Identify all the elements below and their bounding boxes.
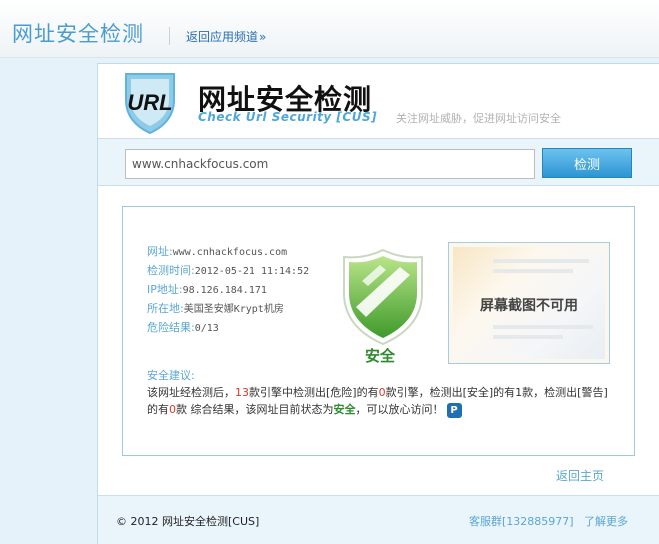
info-label: 所在地:	[147, 302, 184, 315]
security-advice: 安全建议: 该网址经检测后，13款引擎中检测出[危险]的有0款引擎，检测出[安全…	[147, 367, 617, 418]
info-value: 0/13	[194, 323, 219, 334]
safe-shield-icon	[343, 248, 423, 346]
info-row-danger-result: 危险结果:0/13	[147, 319, 309, 338]
info-label: 检测时间:	[147, 264, 195, 277]
detect-button[interactable]: 检测	[542, 148, 632, 178]
engine-count: 13	[235, 386, 249, 399]
info-row-url: 网址:www.cnhackfocus.com	[147, 243, 309, 262]
placeholder-line	[493, 259, 589, 263]
placeholder-line	[493, 269, 573, 273]
url-input[interactable]	[125, 149, 535, 179]
info-value: 2012-05-21 11:14:52	[194, 266, 310, 277]
info-value: 98.126.184.171	[182, 285, 267, 296]
support-group-link[interactable]: 客服群[132885977]	[469, 513, 574, 529]
panel-header: URL 网址安全检测 Check Url Security [CUS] 关注网址…	[98, 64, 659, 139]
advice-title: 安全建议:	[147, 369, 195, 382]
placeholder-line	[493, 335, 563, 339]
double-chevron-right-icon: »	[259, 30, 267, 44]
info-value: www.cnhackfocus.com	[172, 247, 288, 258]
share-p-icon[interactable]: P	[446, 402, 462, 418]
learn-more-link[interactable]: 了解更多	[584, 513, 628, 529]
advice-text: 该网址经检测后，13款引擎中检测出[危险]的有0款引擎，检测出[安全]的有1款，…	[147, 384, 617, 418]
result-box: 网址:www.cnhackfocus.com 检测时间:2012-05-21 1…	[122, 206, 635, 456]
back-to-channel-link[interactable]: 返回应用频道»	[186, 28, 266, 45]
advice-text-part: 款 综合结果，该网址目前状态为	[176, 403, 334, 416]
info-label: IP地址:	[147, 283, 183, 296]
screenshot-unavailable-text: 屏幕截图不可用	[480, 298, 578, 314]
info-row-time: 检测时间:2012-05-21 11:14:52	[147, 262, 309, 281]
info-row-location: 所在地:美国圣安娜Krypt机房	[147, 300, 309, 319]
advice-text-part: ，可以放心访问！	[355, 403, 444, 416]
brand-name-en: Check Url Security [CUS]	[198, 110, 378, 124]
info-label: 网址:	[147, 245, 173, 258]
warning-count: 0	[169, 403, 176, 416]
back-to-channel-label: 返回应用频道	[186, 30, 259, 44]
top-bar: 网址安全检测 返回应用频道»	[0, 0, 659, 58]
main-panel: URL 网址安全检测 Check Url Security [CUS] 关注网址…	[97, 63, 659, 544]
result-info-list: 网址:www.cnhackfocus.com 检测时间:2012-05-21 1…	[147, 243, 309, 338]
advice-text-part: 款引擎中检测出[危险]的有	[249, 386, 379, 399]
copyright: © 2012 网址安全检测[CUS]	[116, 515, 260, 528]
url-shield-logo: URL	[125, 73, 175, 135]
site-title: 网址安全检测	[12, 22, 144, 46]
top-divider	[169, 27, 170, 45]
search-bar: 检测	[98, 138, 659, 186]
placeholder-line	[493, 325, 593, 329]
info-label: 危险结果:	[147, 321, 195, 334]
safe-status-label: 安全	[365, 347, 396, 365]
advice-text-part: 该网址经检测后，	[147, 386, 235, 399]
advice-status: 安全	[333, 403, 356, 416]
danger-count: 0	[378, 386, 386, 399]
info-row-ip: IP地址:98.126.184.171	[147, 281, 309, 300]
brand-tagline: 关注网址威胁，促进网址访问安全	[396, 112, 561, 125]
site-screenshot-frame: 屏幕截图不可用	[448, 242, 610, 364]
screenshot-placeholder: 屏幕截图不可用	[453, 247, 605, 359]
logo-text: URL	[127, 90, 172, 115]
back-home-link[interactable]: 返回主页	[556, 467, 604, 484]
info-value: 美国圣安娜Krypt机房	[183, 304, 284, 315]
footer: © 2012 网址安全检测[CUS] 客服群[132885977] 了解更多	[98, 495, 659, 544]
